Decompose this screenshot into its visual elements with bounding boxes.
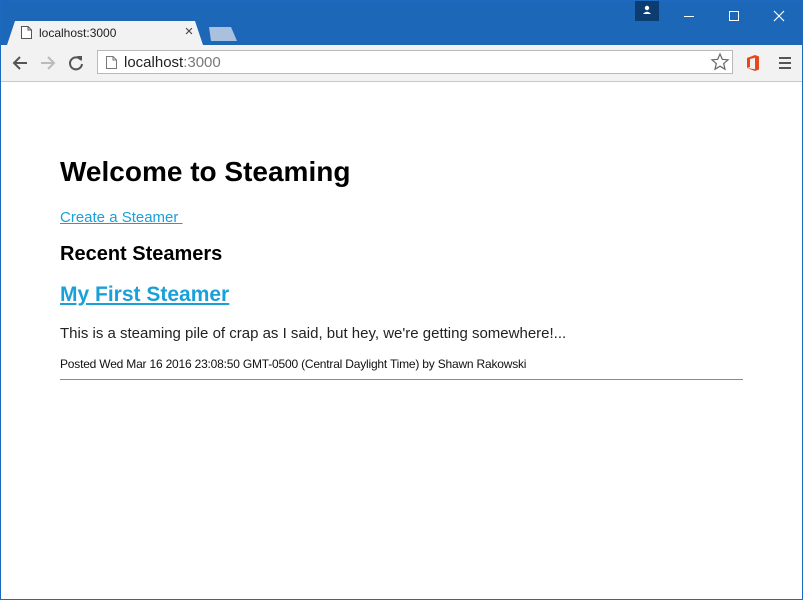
forward-arrow-icon[interactable] bbox=[39, 54, 57, 72]
browser-tab[interactable]: localhost:3000 × bbox=[7, 21, 203, 45]
reload-icon[interactable] bbox=[67, 54, 85, 72]
recent-steamers-heading: Recent Steamers bbox=[60, 243, 223, 265]
hamburger-menu-icon[interactable] bbox=[777, 55, 793, 71]
minimize-button[interactable] bbox=[666, 1, 712, 31]
profile-button[interactable] bbox=[635, 1, 659, 21]
new-tab-button[interactable] bbox=[209, 27, 237, 41]
browser-window: localhost:3000 × localhost:3000 Welcome … bbox=[0, 0, 803, 600]
title-bar: localhost:3000 × bbox=[1, 1, 802, 45]
tab-close-icon[interactable]: × bbox=[182, 24, 196, 39]
url-port: :3000 bbox=[183, 54, 221, 71]
page-title: Welcome to Steaming bbox=[60, 156, 351, 187]
back-arrow-icon[interactable] bbox=[11, 54, 29, 72]
url-text: localhost:3000 bbox=[124, 54, 221, 71]
maximize-icon bbox=[729, 11, 739, 21]
page-content: Welcome to Steaming Create a Steamer Rec… bbox=[1, 82, 802, 599]
post-divider bbox=[60, 379, 743, 380]
post-body: This is a steaming pile of crap as I sai… bbox=[60, 325, 567, 342]
page-icon bbox=[106, 56, 117, 69]
minimize-icon bbox=[684, 16, 694, 17]
close-window-button[interactable] bbox=[756, 1, 802, 31]
url-host: localhost bbox=[124, 54, 184, 71]
star-icon[interactable] bbox=[710, 52, 730, 72]
page-icon bbox=[21, 26, 32, 39]
person-icon bbox=[643, 5, 651, 14]
browser-toolbar: localhost:3000 bbox=[1, 45, 802, 82]
office-icon[interactable] bbox=[744, 54, 762, 72]
tab-title: localhost:3000 bbox=[39, 26, 117, 40]
maximize-button[interactable] bbox=[711, 1, 757, 31]
address-bar[interactable]: localhost:3000 bbox=[97, 50, 733, 74]
post-meta: Posted Wed Mar 16 2016 23:08:50 GMT-0500… bbox=[60, 357, 527, 371]
close-icon bbox=[773, 10, 785, 22]
post-title-link[interactable]: My First Steamer bbox=[60, 283, 229, 307]
create-steamer-link[interactable]: Create a Steamer bbox=[60, 209, 183, 226]
